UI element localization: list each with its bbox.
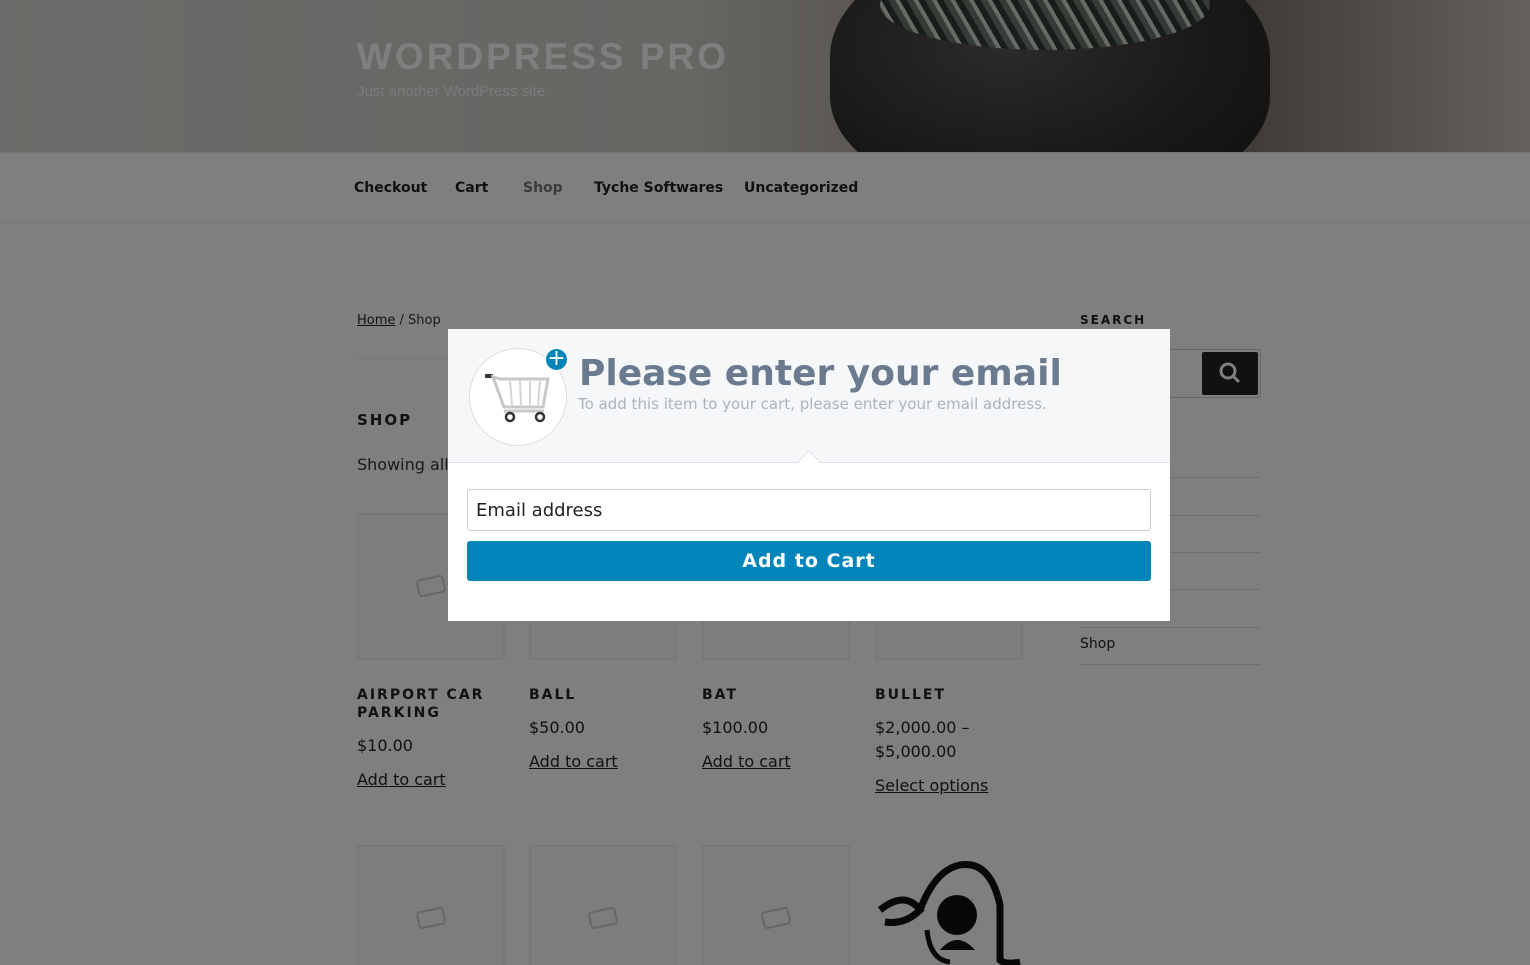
modal-title: Please enter your email (579, 353, 1062, 394)
email-modal: + Please enter your email To add this it… (448, 329, 1170, 621)
plus-icon: + (544, 347, 569, 372)
add-to-cart-button[interactable]: Add to Cart (467, 541, 1151, 581)
email-field[interactable] (467, 489, 1151, 531)
modal-subtitle: To add this item to your cart, please en… (578, 395, 1047, 413)
